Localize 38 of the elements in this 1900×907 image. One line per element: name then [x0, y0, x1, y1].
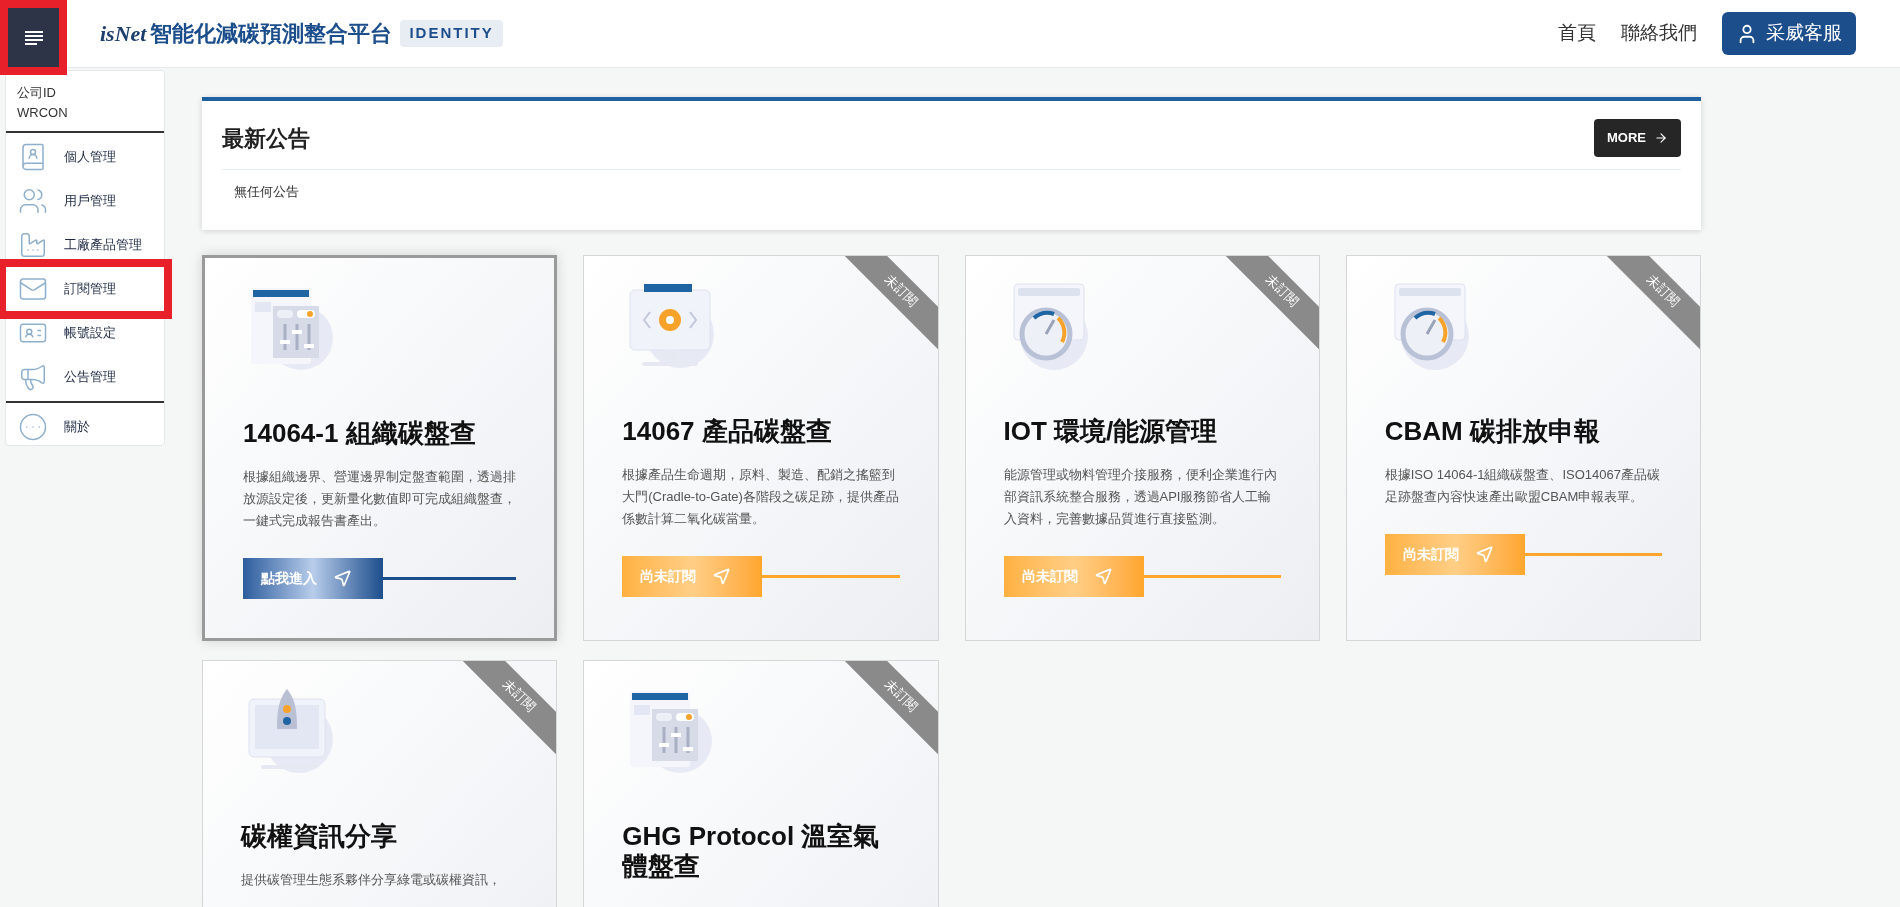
- card-description: 根據產品生命週期，原料、製造、配銷之搖籃到大門(Cradle-to-Gate)各階段之碳足跡，提供產品係數計算二氧化碳當量。: [622, 465, 900, 528]
- empty-message: 無任何公告: [234, 183, 300, 201]
- sidebar-item[interactable]: 個人管理: [6, 135, 164, 179]
- card-description: 提供碳管理生態系夥伴分享綠電或碳權資訊，: [241, 870, 502, 889]
- logo: isNet: [100, 20, 147, 48]
- card-title: GHG Protocol 溫室氣體盤查: [622, 820, 881, 881]
- users-icon: [18, 186, 48, 216]
- nav-link[interactable]: 首頁: [1558, 19, 1596, 48]
- megaphone-icon: [18, 362, 48, 392]
- card-description: 根據組織邊界、營運邊界制定盤查範圍，透過排放源設定後，更新量化數值即可完成組織盤查，一鍵式完成報告書產出。: [243, 467, 517, 530]
- cursor-icon: [1474, 544, 1495, 564]
- card-description: 根據ISO 14064-1組織碳盤查、ISO14067產品碳足跡盤查內容快速產出歐盟CBAM申報表單。: [1384, 465, 1661, 506]
- sidebar-item[interactable]: 用戶管理: [6, 179, 164, 223]
- card-description: 能源管理或物料管理介接服務，便利企業進行內部資訊系統整合服務，透過API服務節省人工輸入資料，完善數據品質進行直接監測。: [1003, 465, 1278, 528]
- sidebar-item[interactable]: 工廠產品管理: [6, 223, 164, 267]
- more-button[interactable]: MORE: [1594, 119, 1681, 157]
- platform-title: 智能化減碳預測整合平台: [150, 20, 393, 48]
- customer-service-button[interactable]: 采威客服: [1722, 12, 1856, 55]
- factory-icon: [18, 230, 48, 260]
- identity-badge: IDENTITY: [400, 20, 503, 47]
- card-title: 碳權資訊分享: [241, 820, 398, 851]
- sidebar-item[interactable]: 帳號設定: [6, 311, 164, 355]
- menu-icon: [24, 30, 44, 46]
- card-title: CBAM 碳排放申報: [1384, 415, 1601, 446]
- cursor-icon: [333, 568, 353, 588]
- company-id: WRCON: [17, 104, 69, 122]
- sidebar-item[interactable]: 訂閱管理: [6, 267, 164, 311]
- menu-button[interactable]: [8, 8, 60, 68]
- sidebar-item[interactable]: 公告管理: [6, 355, 164, 399]
- card-title: IOT 環境/能源管理: [1003, 415, 1219, 446]
- card-title: 14064-1 組織碳盤查: [243, 417, 477, 448]
- panel-title: 最新公告: [222, 124, 310, 153]
- sidebar-item[interactable]: 關於: [6, 405, 164, 449]
- cursor-icon: [1093, 566, 1114, 586]
- company-label: 公司ID: [17, 84, 57, 102]
- nav-link[interactable]: 聯絡我們: [1621, 19, 1697, 48]
- card-title: 14067 產品碳盤查: [622, 415, 833, 446]
- more-dots-icon: [18, 412, 48, 442]
